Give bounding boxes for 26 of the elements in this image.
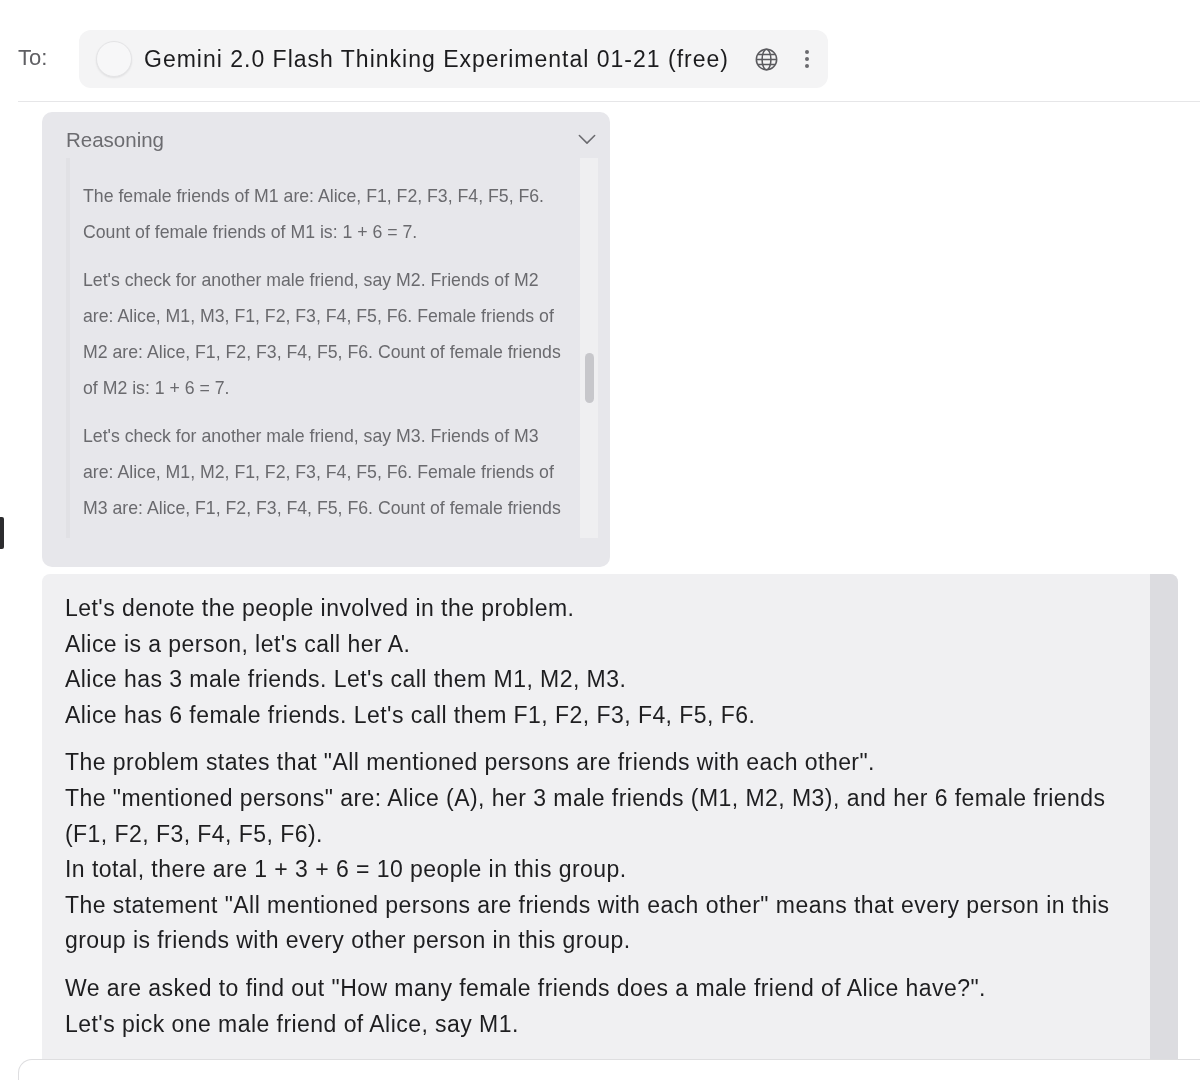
scrollbar-thumb[interactable] xyxy=(585,353,594,403)
answer-text: The "mentioned persons" are: Alice (A), her 3 male friends (M1, M2, M3), and her 6 female friends (F1, F2, F3, F4, F5, F6). xyxy=(65,783,1107,849)
answer-text: In total, there are 1 + 3 + 6 = 10 people in this group. xyxy=(65,855,628,885)
scrollbar-track[interactable] xyxy=(580,158,598,538)
answer-text: We are asked to find out "How many female friends does a male friend of Alice have?". xyxy=(65,973,987,1003)
answer-text: Let's pick one male friend of Alice, say M1. xyxy=(65,1009,520,1039)
recipient-label: To: xyxy=(18,45,49,71)
scrollbar-track[interactable] xyxy=(1150,574,1178,1059)
globe-icon[interactable] xyxy=(755,47,778,71)
message-input-field[interactable] xyxy=(18,1059,1200,1080)
reasoning-text: The female friends of M1 are: Alice, F1, F2, F3, F4, F5, F6. xyxy=(83,185,546,208)
resize-handle[interactable] xyxy=(0,517,4,549)
answer-text: The statement "All mentioned persons are friends with each other" means that every person in this group is friends with every other person in this group. xyxy=(65,890,1111,956)
more-options-icon[interactable] xyxy=(804,49,810,69)
answer-text: Alice has 6 female friends. Let's call them F1, F2, F3, F4, F5, F6. xyxy=(65,700,757,730)
reasoning-title: Reasoning xyxy=(66,128,164,152)
reasoning-text: Let's check for another male friend, say M3. Friends of M3 are: Alice, M1, M2, F1, F2, F3, F4, F5, F6. Female friends of M3 are: Alice, F1, F2, F3, F4, F5, F6. Count of female friends xyxy=(83,425,562,520)
answer-text: Let's denote the people involved in the problem. xyxy=(65,594,576,623)
reasoning-text: Count of female friends of M1 is: 1 + 6 = 7. xyxy=(83,221,419,244)
answer-text: Alice has 3 male friends. Let's call them M1, M2, M3. xyxy=(65,665,628,695)
chevron-icon[interactable] xyxy=(578,133,596,145)
answer-text: The problem states that "All mentioned persons are friends with each other". xyxy=(65,748,876,778)
reasoning-text: Let's check for another male friend, say M2. Friends of M2 are: Alice, M1, M3, F1, F2, F3, F4, F5, F6. Female friends of M2 are: Alice, F1, F2, F3, F4, F5, F6. Count of female friends of M2 is: 1 + 6 = 7. xyxy=(83,269,562,400)
answer-text: Alice is a person, let's call her A. xyxy=(65,629,412,659)
model-name: Gemini 2.0 Flash Thinking Experimental 01-21 (free) xyxy=(144,45,729,73)
model-selector[interactable]: Gemini 2.0 Flash Thinking Experimental 01-21 (free) xyxy=(79,30,828,88)
